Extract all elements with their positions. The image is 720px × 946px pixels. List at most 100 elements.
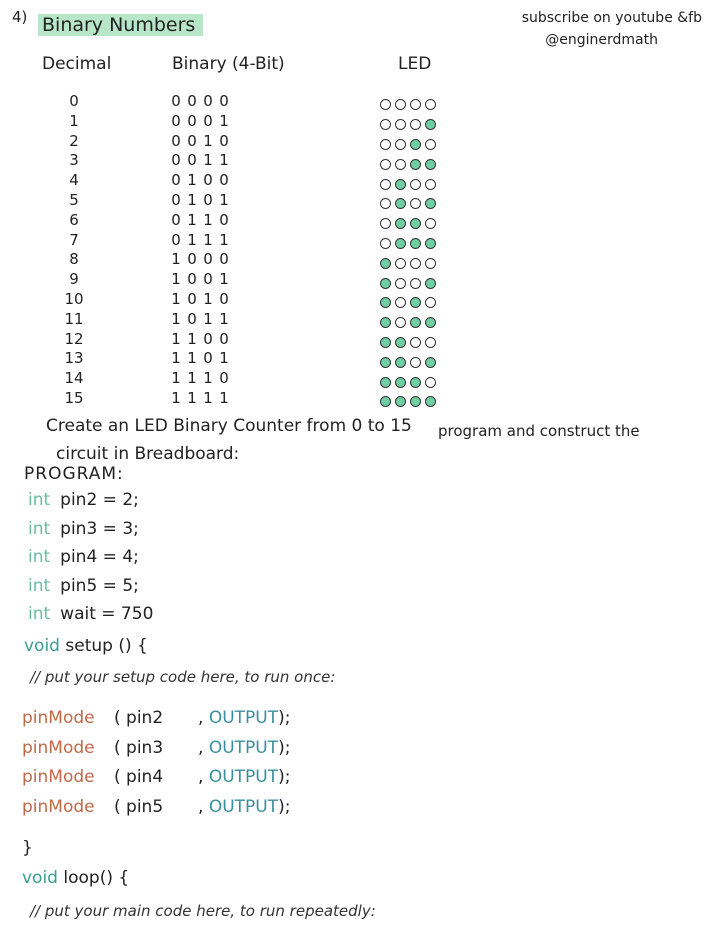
- binary-digit: 0: [219, 131, 229, 150]
- decimal-value: 13: [64, 349, 84, 368]
- led-off-icon: [410, 356, 421, 368]
- led-off-icon: [425, 99, 436, 111]
- led-off-icon: [380, 198, 391, 210]
- binary-digit: 1: [219, 270, 229, 289]
- led-on-icon: [410, 158, 421, 170]
- pinmode-function: pinMode: [22, 737, 95, 758]
- led-off-icon: [395, 257, 406, 269]
- binary-digit: 1: [203, 369, 213, 388]
- led-on-icon: [410, 218, 421, 230]
- program-label: PROGRAM:: [24, 464, 124, 484]
- binary-column: 0000000100100011010001010110011110001001…: [168, 92, 232, 409]
- binary-digit: 0: [219, 171, 229, 190]
- binary-digit: 1: [219, 309, 229, 328]
- declarations-block: int pin2 = 2; int pin3 = 3; int pin4 = 4; int p…: [28, 490, 153, 633]
- led-row: [380, 313, 436, 333]
- led-row: [380, 273, 436, 293]
- social-line-2: @enginerdmath: [545, 32, 658, 48]
- led-on-icon: [410, 138, 421, 150]
- pinmode-line: pinMode ( pin4, OUTPUT);: [22, 767, 290, 797]
- void-keyword: void: [22, 868, 58, 888]
- binary-digit: 0: [203, 92, 213, 110]
- binary-digit: 1: [187, 230, 197, 249]
- separator: ,: [198, 708, 209, 728]
- binary-digit: 0: [187, 131, 197, 150]
- binary-digit: 1: [203, 309, 213, 328]
- binary-digit: 0: [171, 190, 181, 209]
- decimal-value: 15: [64, 388, 84, 407]
- binary-digit: 0: [187, 151, 197, 170]
- social-line-1: subscribe on youtube &fb: [521, 10, 702, 26]
- binary-header: Binary (4-Bit): [172, 54, 285, 74]
- pinmode-argument: ( pin5: [114, 796, 164, 817]
- binary-digit: 0: [187, 270, 197, 289]
- pinmode-function: pinMode: [22, 767, 95, 787]
- binary-digit: 1: [171, 369, 181, 388]
- binary-digit: 0: [187, 92, 197, 110]
- binary-digit: 0: [171, 151, 181, 170]
- binary-digit: 1: [187, 369, 197, 388]
- led-off-icon: [425, 138, 436, 150]
- led-on-icon: [425, 119, 436, 131]
- declaration-line: int pin5 = 5;: [28, 576, 153, 605]
- binary-digit: 1: [219, 190, 229, 209]
- loop-signature: loop() {: [63, 868, 130, 888]
- binary-value: 1110: [168, 369, 232, 389]
- separator: ,: [198, 737, 209, 758]
- led-off-icon: [395, 138, 406, 150]
- decimal-column: 0 1 2 3 4 5 6 7 8 9 10 11 12 13 14 15: [62, 92, 86, 409]
- led-on-icon: [395, 237, 406, 249]
- binary-digit: 0: [171, 131, 181, 150]
- led-row: [380, 333, 436, 353]
- binary-digit: 1: [171, 349, 181, 368]
- page-title: Binary Numbers: [38, 14, 204, 36]
- led-off-icon: [425, 178, 436, 190]
- binary-digit: 1: [187, 210, 197, 229]
- declaration-line: int pin3 = 3;: [28, 519, 153, 548]
- binary-value: 1111: [168, 389, 232, 409]
- instruction-line-1a: Create an LED Binary Counter from 0 to 1…: [46, 416, 412, 436]
- led-off-icon: [425, 257, 436, 269]
- led-off-icon: [410, 198, 421, 210]
- led-off-icon: [395, 158, 406, 170]
- int-keyword: int: [28, 518, 51, 539]
- setup-signature: setup () {: [65, 636, 148, 656]
- binary-digit: 1: [203, 151, 213, 170]
- led-off-icon: [425, 218, 436, 230]
- declaration-line: int pin2 = 2;: [28, 490, 153, 519]
- binary-digit: 0: [219, 369, 229, 388]
- binary-digit: 0: [219, 329, 229, 348]
- led-on-icon: [380, 336, 391, 348]
- led-off-icon: [410, 178, 421, 190]
- led-on-icon: [410, 237, 421, 249]
- led-on-icon: [410, 396, 421, 408]
- decimal-value: 7: [69, 230, 79, 249]
- decimal-value: 10: [64, 289, 84, 308]
- pinmode-line: pinMode ( pin5, OUTPUT);: [22, 797, 290, 827]
- led-on-icon: [380, 356, 391, 368]
- led-on-icon: [380, 297, 391, 309]
- binary-value: 1001: [168, 270, 232, 290]
- binary-digit: 0: [187, 289, 197, 308]
- binary-digit: 1: [171, 250, 181, 269]
- led-row: [380, 154, 436, 174]
- binary-digit: 0: [203, 190, 213, 209]
- pinmode-argument: ( pin3: [114, 737, 164, 758]
- led-off-icon: [395, 119, 406, 131]
- void-keyword: void: [24, 636, 60, 656]
- statement-end: );: [278, 796, 291, 817]
- output-constant: OUTPUT: [208, 796, 279, 817]
- decimal-value: 3: [69, 151, 79, 170]
- binary-digit: 0: [187, 309, 197, 328]
- led-on-icon: [395, 218, 406, 230]
- led-off-icon: [395, 297, 406, 309]
- binary-value: 0101: [168, 191, 232, 211]
- pinmode-function: pinMode: [22, 708, 95, 728]
- led-row: [380, 214, 436, 234]
- led-column: [380, 95, 436, 412]
- led-off-icon: [410, 257, 421, 269]
- binary-digit: 1: [219, 349, 229, 368]
- declaration-line: int pin4 = 4;: [28, 547, 153, 576]
- binary-value: 0110: [168, 211, 232, 231]
- led-off-icon: [395, 317, 406, 329]
